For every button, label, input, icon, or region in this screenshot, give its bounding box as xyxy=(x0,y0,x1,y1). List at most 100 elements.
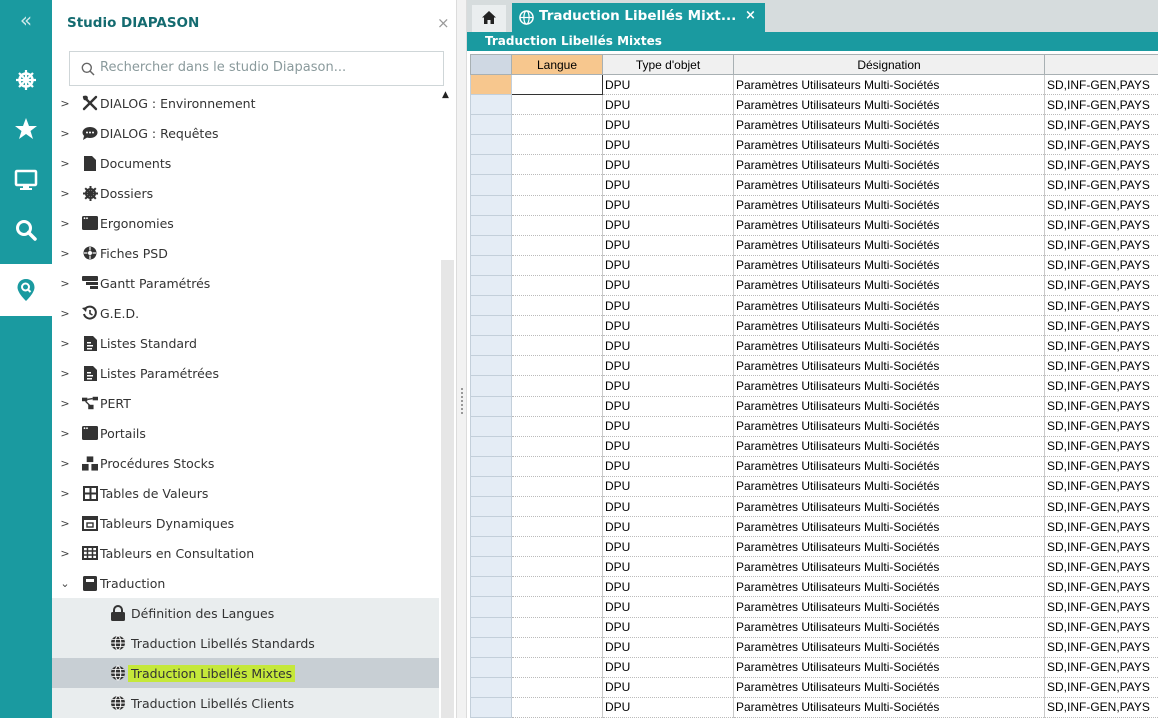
cell-type-objet[interactable]: DPU xyxy=(602,536,734,558)
tree-item-procedures-stocks[interactable]: > Procédures Stocks xyxy=(52,448,439,478)
cell-code[interactable]: SD,INF-GEN,PAYS xyxy=(1044,637,1158,658)
cell-langue[interactable] xyxy=(511,637,603,658)
table-row[interactable]: DPU Paramètres Utilisateurs Multi-Société… xyxy=(470,435,1158,457)
cell-designation[interactable]: Paramètres Utilisateurs Multi-Sociétés xyxy=(733,396,1045,417)
cell-type-objet[interactable]: DPU xyxy=(602,74,734,96)
cell-code[interactable]: SD,INF-GEN,PAYS xyxy=(1044,657,1158,678)
table-row[interactable]: DPU Paramètres Utilisateurs Multi-Société… xyxy=(470,295,1158,317)
row-header[interactable] xyxy=(470,174,512,196)
cell-designation[interactable]: Paramètres Utilisateurs Multi-Sociétés xyxy=(733,295,1045,317)
cell-langue[interactable] xyxy=(511,456,603,477)
cell-type-objet[interactable]: DPU xyxy=(602,617,734,638)
cell-type-objet[interactable]: DPU xyxy=(602,335,734,357)
table-row[interactable]: DPU Paramètres Utilisateurs Multi-Société… xyxy=(470,174,1158,196)
cell-langue[interactable] xyxy=(511,114,603,136)
table-row[interactable]: DPU Paramètres Utilisateurs Multi-Société… xyxy=(470,696,1158,718)
cell-type-objet[interactable]: DPU xyxy=(602,556,734,578)
cell-langue[interactable] xyxy=(511,556,603,578)
tree-item-listes-parametrees[interactable]: > Listes Paramétrées xyxy=(52,358,439,388)
cell-designation[interactable]: Paramètres Utilisateurs Multi-Sociétés xyxy=(733,657,1045,678)
row-header[interactable] xyxy=(470,636,512,658)
table-row[interactable]: DPU Paramètres Utilisateurs Multi-Société… xyxy=(470,676,1158,698)
cell-designation[interactable]: Paramètres Utilisateurs Multi-Sociétés xyxy=(733,416,1045,437)
cell-type-objet[interactable]: DPU xyxy=(602,476,734,497)
cell-langue[interactable] xyxy=(511,94,603,116)
cell-type-objet[interactable]: DPU xyxy=(602,355,734,377)
cell-type-objet[interactable]: DPU xyxy=(602,516,734,538)
cell-type-objet[interactable]: DPU xyxy=(602,657,734,678)
table-row[interactable]: DPU Paramètres Utilisateurs Multi-Société… xyxy=(470,616,1158,638)
cell-code[interactable]: SD,INF-GEN,PAYS xyxy=(1044,496,1158,518)
cell-code[interactable]: SD,INF-GEN,PAYS xyxy=(1044,456,1158,477)
cell-code[interactable]: SD,INF-GEN,PAYS xyxy=(1044,355,1158,377)
table-row[interactable]: DPU Paramètres Utilisateurs Multi-Société… xyxy=(470,656,1158,678)
tree-item-documents[interactable]: > Documents xyxy=(52,148,439,178)
cell-langue[interactable] xyxy=(511,295,603,317)
panel-splitter[interactable] xyxy=(456,0,467,718)
scroll-thumb[interactable] xyxy=(441,260,454,718)
cell-code[interactable]: SD,INF-GEN,PAYS xyxy=(1044,275,1158,297)
cell-designation[interactable]: Paramètres Utilisateurs Multi-Sociétés xyxy=(733,114,1045,136)
row-header[interactable] xyxy=(470,154,512,176)
tree-item-pert[interactable]: > PERT xyxy=(52,388,439,418)
cell-code[interactable]: SD,INF-GEN,PAYS xyxy=(1044,576,1158,598)
tree-item-fiches-psd[interactable]: > Fiches PSD xyxy=(52,238,439,268)
cell-type-objet[interactable]: DPU xyxy=(602,275,734,297)
cell-type-objet[interactable]: DPU xyxy=(602,295,734,317)
cell-code[interactable]: SD,INF-GEN,PAYS xyxy=(1044,617,1158,638)
cell-langue[interactable] xyxy=(511,355,603,377)
cell-code[interactable]: SD,INF-GEN,PAYS xyxy=(1044,516,1158,538)
cell-type-objet[interactable]: DPU xyxy=(602,114,734,136)
row-header[interactable] xyxy=(470,295,512,317)
tree-item-definition-des-langues[interactable]: Définition des Langues xyxy=(52,598,439,628)
row-header[interactable] xyxy=(470,516,512,538)
cell-code[interactable]: SD,INF-GEN,PAYS xyxy=(1044,556,1158,578)
cell-langue[interactable] xyxy=(511,617,603,638)
row-header[interactable] xyxy=(470,536,512,558)
row-header[interactable] xyxy=(470,556,512,578)
tree-item-tableurs-en-consultation[interactable]: > Tableurs en Consultation xyxy=(52,538,439,568)
cell-langue[interactable] xyxy=(511,596,603,618)
chevron-right-icon[interactable]: > xyxy=(59,517,71,530)
cell-langue[interactable] xyxy=(511,335,603,357)
table-row[interactable]: DPU Paramètres Utilisateurs Multi-Société… xyxy=(470,335,1158,357)
cell-designation[interactable]: Paramètres Utilisateurs Multi-Sociétés xyxy=(733,355,1045,377)
chevron-right-icon[interactable]: > xyxy=(59,547,71,560)
row-header[interactable] xyxy=(470,355,512,377)
cell-designation[interactable]: Paramètres Utilisateurs Multi-Sociétés xyxy=(733,596,1045,618)
cell-langue[interactable] xyxy=(511,396,603,417)
tree-item-portails[interactable]: > Portails xyxy=(52,418,439,448)
table-row[interactable]: DPU Paramètres Utilisateurs Multi-Société… xyxy=(470,596,1158,618)
tree-item-listes-standard[interactable]: > Listes Standard xyxy=(52,328,439,358)
cell-type-objet[interactable]: DPU xyxy=(602,195,734,216)
cell-langue[interactable] xyxy=(511,536,603,558)
row-header[interactable] xyxy=(470,676,512,698)
cell-type-objet[interactable]: DPU xyxy=(602,496,734,518)
cell-designation[interactable]: Paramètres Utilisateurs Multi-Sociétés xyxy=(733,617,1045,638)
cell-code[interactable]: SD,INF-GEN,PAYS xyxy=(1044,536,1158,558)
row-header[interactable] xyxy=(470,475,512,497)
cell-langue[interactable] xyxy=(511,275,603,297)
cell-type-objet[interactable]: DPU xyxy=(602,637,734,658)
cell-langue[interactable] xyxy=(511,195,603,216)
cell-designation[interactable]: Paramètres Utilisateurs Multi-Sociétés xyxy=(733,154,1045,176)
cell-designation[interactable]: Paramètres Utilisateurs Multi-Sociétés xyxy=(733,516,1045,538)
row-header[interactable] xyxy=(470,495,512,518)
row-header[interactable] xyxy=(470,335,512,357)
table-row[interactable]: DPU Paramètres Utilisateurs Multi-Société… xyxy=(470,636,1158,658)
row-header[interactable] xyxy=(470,315,512,337)
chevron-right-icon[interactable]: > xyxy=(59,157,71,170)
column-header-code[interactable] xyxy=(1044,54,1158,75)
row-header[interactable] xyxy=(470,94,512,116)
cell-code[interactable]: SD,INF-GEN,PAYS xyxy=(1044,396,1158,417)
chevron-right-icon[interactable]: > xyxy=(59,277,71,290)
chevron-right-icon[interactable]: > xyxy=(59,307,71,320)
cell-code[interactable]: SD,INF-GEN,PAYS xyxy=(1044,436,1158,457)
cell-type-objet[interactable]: DPU xyxy=(602,677,734,698)
cell-langue[interactable] xyxy=(511,496,603,518)
row-header[interactable] xyxy=(470,375,512,397)
map-search-icon[interactable] xyxy=(0,264,52,316)
search-icon[interactable] xyxy=(0,207,52,253)
collapse-panel-button[interactable]: « xyxy=(0,0,52,42)
table-row[interactable]: DPU Paramètres Utilisateurs Multi-Société… xyxy=(470,94,1158,116)
